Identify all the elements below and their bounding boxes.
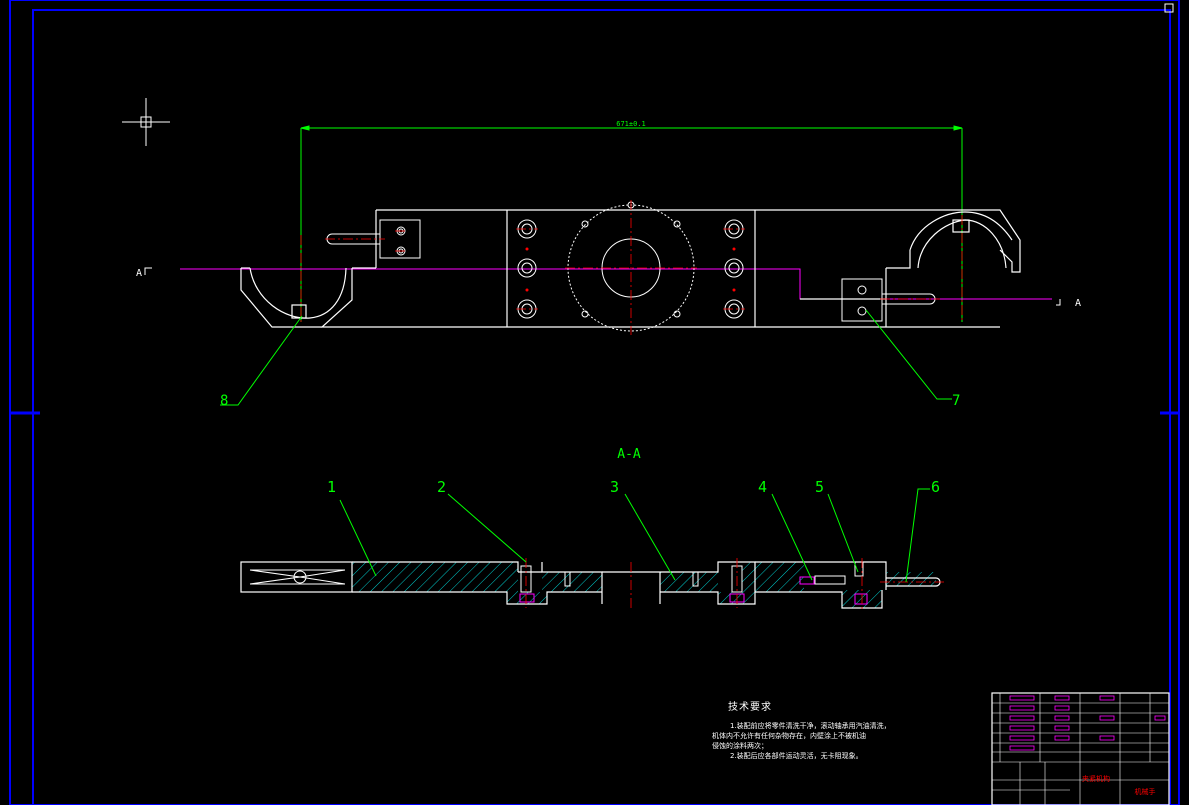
tech-line-2: 机体内不允许有任何杂物存在，内壁涂上不被机油 (712, 732, 866, 740)
section-claw-detail (249, 569, 346, 585)
left-pin-block (326, 219, 421, 259)
balloon-8: 8 (220, 393, 228, 409)
balloon-1: 1 (327, 478, 336, 496)
title-block: 夹紧机构 机械手 (991, 692, 1170, 805)
title-block-product: 机械手 (1135, 787, 1156, 796)
balloon-3: 3 (610, 478, 619, 496)
title-block-name: 夹紧机构 (1082, 774, 1110, 783)
right-claw (909, 211, 1013, 269)
tech-heading: 技术要求 (728, 702, 772, 713)
leader-lines-top (220, 309, 952, 406)
balloon-6: 6 (931, 478, 940, 496)
tech-line-1: 1.装配前应将零件清洗干净，滚动轴承用汽油清洗， (730, 722, 891, 730)
section-marker-right: A (1075, 298, 1081, 309)
section-marker-left: A (136, 268, 142, 279)
top-view: 671±0.1 A A 8 7 (136, 120, 1081, 409)
tech-line-4: 2.装配后应各部件运动灵活，无卡阻现象。 (730, 752, 863, 760)
balloon-2: 2 (437, 478, 446, 496)
section-view: 1 2 3 4 5 6 (240, 478, 945, 612)
drawing-frame (9, 0, 1180, 805)
overall-dimension (300, 125, 963, 322)
left-claw (240, 267, 347, 328)
right-pin-block (841, 278, 936, 322)
cad-drawing-canvas: 671±0.1 A A 8 7 A-A 1 2 3 4 5 6 夹紧机构 机械手 (9, 0, 1180, 805)
technical-requirements: 技术要求 1.装配前应将零件清洗干净，滚动轴承用汽油清洗， 机体内不允许有任何杂… (712, 698, 982, 761)
dimension-label: 671±0.1 (616, 120, 646, 128)
balloon-7: 7 (952, 393, 960, 409)
hatched-regions (352, 562, 936, 608)
tech-line-3: 侵蚀的涂料两次； (712, 742, 768, 750)
crosshair-cursor-icon (122, 98, 170, 146)
balloon-5: 5 (815, 478, 824, 496)
balloon-4: 4 (758, 478, 767, 496)
section-title: A-A (617, 447, 641, 462)
